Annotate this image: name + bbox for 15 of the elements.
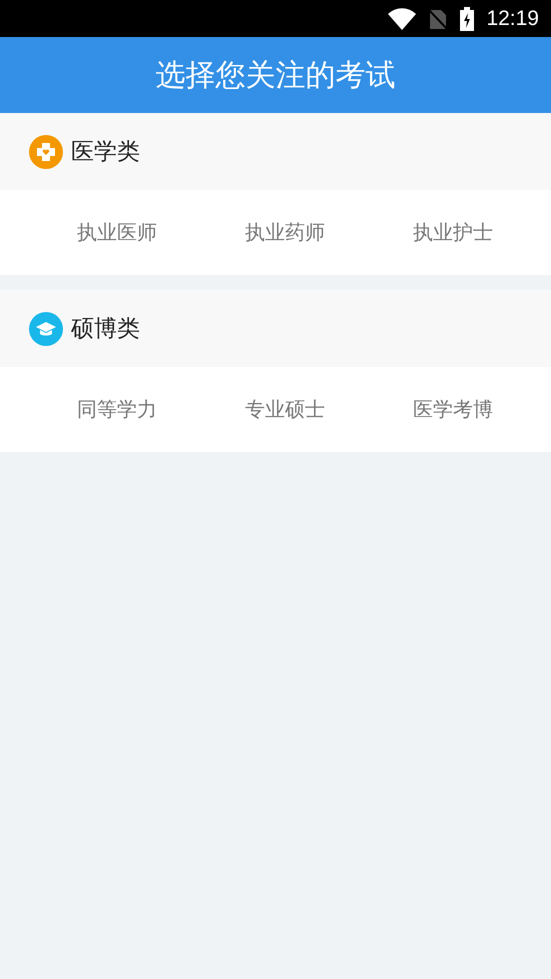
category-title: 硕博类 [71,315,140,344]
graduation-cap-icon [29,312,63,346]
exam-option[interactable]: 医学考博 [413,396,493,423]
exam-option[interactable]: 专业硕士 [245,396,325,423]
battery-charging-icon [460,6,474,30]
clock-time: 12:19 [486,6,539,30]
no-sim-icon [428,8,448,30]
medical-cross-icon [29,134,63,168]
exam-option[interactable]: 执业医师 [77,219,157,246]
wifi-icon [388,8,416,30]
exam-option[interactable]: 同等学力 [77,396,157,423]
exam-option[interactable]: 执业护士 [413,219,493,246]
page-title: 选择您关注的考试 [156,56,396,94]
category-title: 医学类 [71,138,140,167]
exam-option[interactable]: 执业药师 [245,219,325,246]
